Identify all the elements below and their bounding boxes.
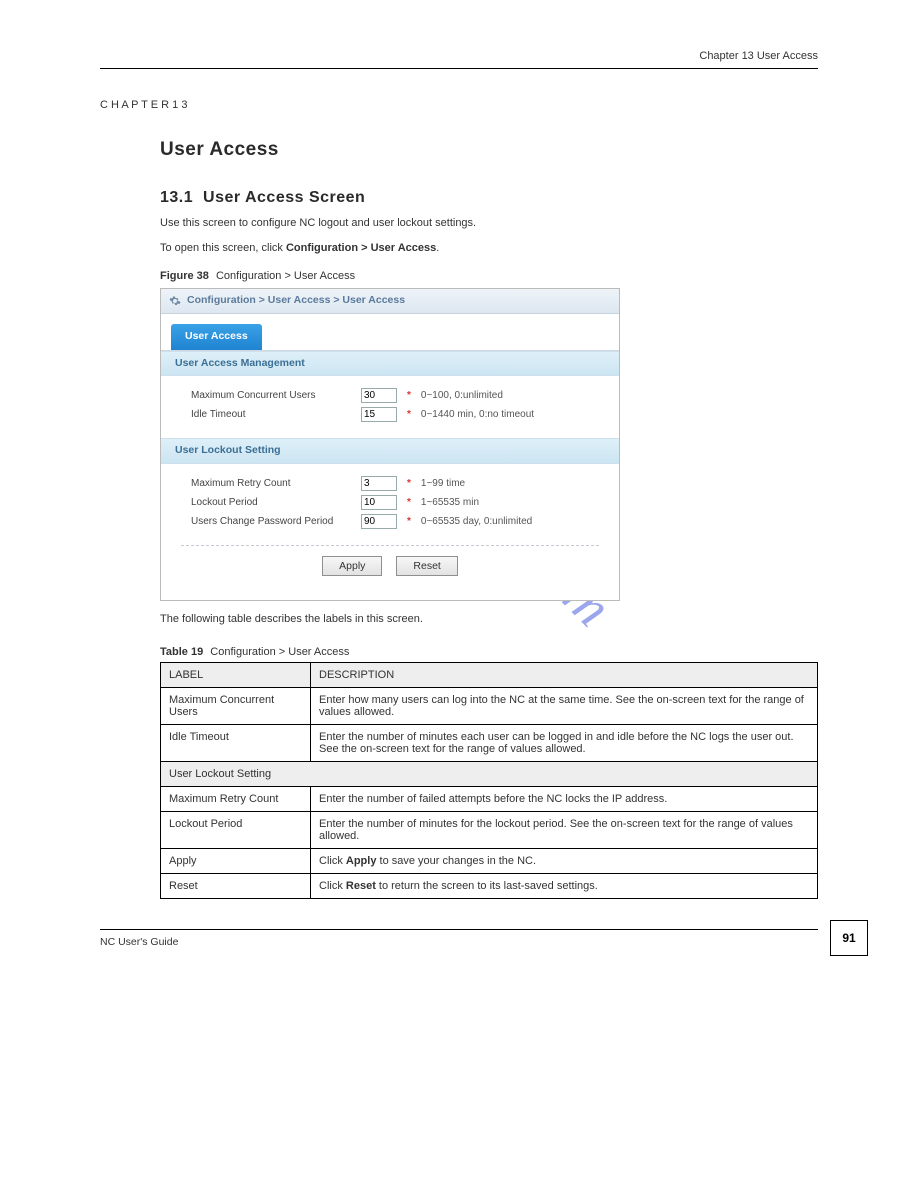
header-chapter-ref: Chapter 13 User Access [100,50,818,62]
input-idle-timeout[interactable] [361,407,397,422]
th-description: DESCRIPTION [311,662,818,687]
label-idle-timeout: Idle Timeout [191,407,351,422]
intro2-path: Configuration > User Access [286,242,436,254]
row-idle-timeout: Idle Timeout * 0~1440 min, 0:no timeout [191,407,605,422]
intro2-prefix: To open this screen, click [160,242,286,254]
section-title-text: User Access Screen [203,189,365,206]
section-number: 13.1 [160,189,193,206]
cell-desc: Enter the number of failed attempts befo… [311,786,818,811]
label-change-password-period: Users Change Password Period [191,514,351,529]
chapter-kicker: C H A P T E R 1 3 [100,99,818,111]
cell-desc: Click Reset to return the screen to its … [311,873,818,898]
cell-label: Lockout Period [161,811,311,848]
footer-text: NC User's Guide [100,936,818,948]
required-star: * [407,476,411,491]
input-max-retry[interactable] [361,476,397,491]
required-star: * [407,407,411,422]
page-number: 91 [830,920,868,956]
apply-button[interactable]: Apply [322,556,382,576]
cell-desc: Enter how many users can log into the NC… [311,687,818,724]
table-intro: The following table describes the labels… [160,611,818,628]
required-star: * [407,388,411,403]
reset-button[interactable]: Reset [396,556,457,576]
dashed-separator [181,545,599,546]
required-star: * [407,514,411,529]
row-lockout-period: Lockout Period * 1~65535 min [191,495,605,510]
chapter-title: User Access [160,139,818,161]
cell-desc: Click Apply to save your changes in the … [311,848,818,873]
gear-icon [169,295,181,307]
section-heading: 13.1 User Access Screen [160,189,818,207]
intro-paragraph-1: Use this screen to configure NC logout a… [160,215,818,232]
cell-label: Maximum Concurrent Users [161,687,311,724]
table-row: Lockout Period Enter the number of minut… [161,811,818,848]
band-user-access-mgmt: User Access Management [161,351,619,377]
table-row: Maximum Concurrent Users Enter how many … [161,687,818,724]
required-star: * [407,495,411,510]
row-max-retry: Maximum Retry Count * 1~99 time [191,476,605,491]
table-row: Maximum Retry Count Enter the number of … [161,786,818,811]
input-lockout-period[interactable] [361,495,397,510]
table-number: Table 19 [160,646,203,658]
band-user-lockout: User Lockout Setting [161,438,619,464]
hint-lockout-period: 1~65535 min [421,495,479,510]
row-change-password-period: Users Change Password Period * 0~65535 d… [191,514,605,529]
hint-max-retry: 1~99 time [421,476,465,491]
bottom-rule [100,929,818,930]
label-max-retry: Maximum Retry Count [191,476,351,491]
description-table: LABEL DESCRIPTION Maximum Concurrent Use… [160,662,818,899]
tab-row: User Access [161,314,619,350]
table-row: Apply Click Apply to save your changes i… [161,848,818,873]
cell-label: Reset [161,873,311,898]
th-label: LABEL [161,662,311,687]
breadcrumb: Configuration > User Access > User Acces… [161,289,619,314]
top-rule [100,68,818,69]
hint-idle-timeout: 0~1440 min, 0:no timeout [421,407,534,422]
cell-desc: Enter the number of minutes for the lock… [311,811,818,848]
label-lockout-period: Lockout Period [191,495,351,510]
cell-subhead: User Lockout Setting [161,761,818,786]
row-max-concurrent-users: Maximum Concurrent Users * 0~100, 0:unli… [191,388,605,403]
intro-paragraph-2: To open this screen, click Configuration… [160,240,818,257]
input-change-password-period[interactable] [361,514,397,529]
tab-user-access[interactable]: User Access [171,324,262,350]
cell-label: Apply [161,848,311,873]
breadcrumb-text: Configuration > User Access > User Acces… [187,293,405,309]
table-row: Idle Timeout Enter the number of minutes… [161,724,818,761]
table-caption: Table 19 Configuration > User Access [160,646,818,658]
hint-max-concurrent-users: 0~100, 0:unlimited [421,388,503,403]
figure-title: Configuration > User Access [216,270,355,282]
intro2-suffix: . [436,242,439,254]
cell-label: Idle Timeout [161,724,311,761]
cell-label: Maximum Retry Count [161,786,311,811]
table-title: Configuration > User Access [210,646,349,658]
hint-change-password-period: 0~65535 day, 0:unlimited [421,514,532,529]
figure-number: Figure 38 [160,270,209,282]
input-max-concurrent-users[interactable] [361,388,397,403]
label-max-concurrent-users: Maximum Concurrent Users [191,388,351,403]
figure-caption: Figure 38 Configuration > User Access [160,270,818,282]
table-subhead-row: User Lockout Setting [161,761,818,786]
cell-desc: Enter the number of minutes each user ca… [311,724,818,761]
screenshot-panel: Configuration > User Access > User Acces… [160,288,620,601]
table-row: Reset Click Reset to return the screen t… [161,873,818,898]
